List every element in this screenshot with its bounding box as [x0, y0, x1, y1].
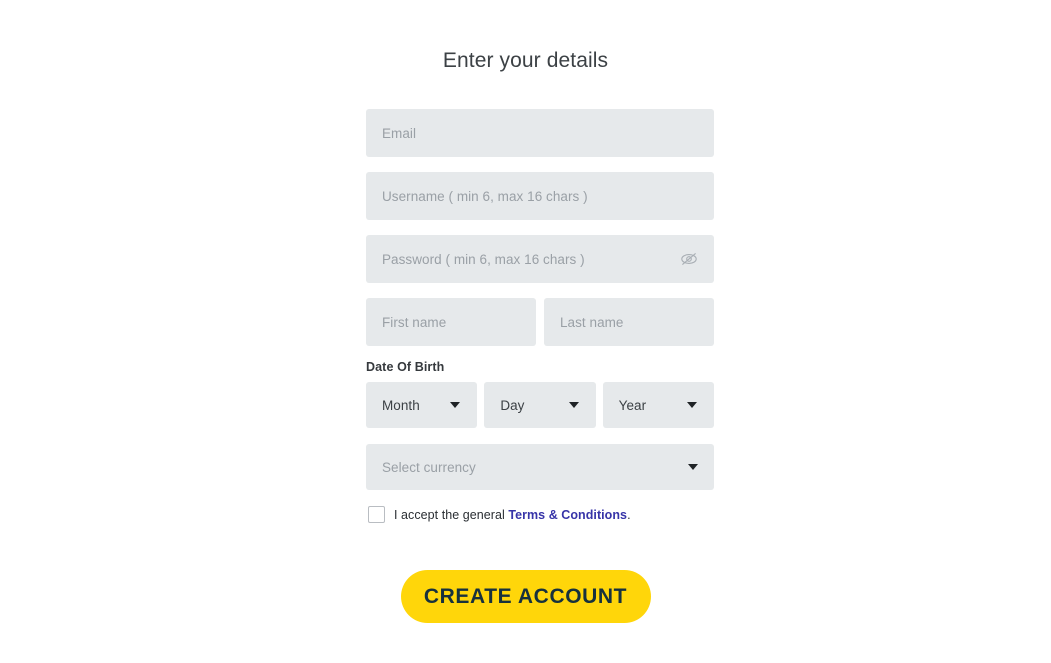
last-name-placeholder: Last name	[560, 314, 624, 330]
terms-and-conditions-link[interactable]: Terms & Conditions	[508, 508, 627, 522]
chevron-down-icon	[568, 402, 579, 408]
month-select[interactable]: Month	[366, 382, 478, 428]
currency-select-value: Select currency	[382, 459, 476, 475]
terms-row: I accept the general Terms & Conditions.	[368, 506, 714, 523]
accept-terms-checkbox[interactable]	[368, 506, 385, 523]
password-placeholder: Password ( min 6, max 16 chars )	[382, 251, 585, 267]
date-of-birth-label: Date Of Birth	[366, 360, 445, 374]
first-name-field[interactable]: First name	[366, 298, 536, 346]
signup-form: Email Username ( min 6, max 16 chars ) P…	[366, 109, 714, 523]
username-placeholder: Username ( min 6, max 16 chars )	[382, 188, 588, 204]
page-title: Enter your details	[442, 49, 609, 72]
currency-select[interactable]: Select currency	[366, 444, 714, 490]
last-name-field[interactable]: Last name	[544, 298, 714, 346]
terms-text-prefix: I accept the general	[394, 507, 505, 522]
name-row: First name Last name	[366, 298, 714, 346]
day-select[interactable]: Day	[484, 382, 596, 428]
submit-row: CREATE ACCOUNT	[0, 570, 1051, 623]
year-select[interactable]: Year	[602, 382, 714, 428]
date-of-birth-row: Month Day Year	[366, 382, 714, 428]
password-field[interactable]: Password ( min 6, max 16 chars )	[366, 235, 714, 283]
month-select-value: Month	[382, 397, 420, 413]
eye-slash-icon[interactable]	[678, 250, 700, 268]
terms-text: I accept the general Terms & Conditions.	[394, 508, 631, 522]
username-field[interactable]: Username ( min 6, max 16 chars )	[366, 172, 714, 220]
signup-page: Enter your details Email Username ( min …	[0, 0, 1051, 663]
email-placeholder: Email	[382, 125, 417, 141]
terms-period: .	[627, 507, 631, 522]
year-select-value: Year	[618, 397, 647, 413]
day-select-value: Day	[500, 397, 525, 413]
chevron-down-icon	[450, 402, 461, 408]
create-account-button[interactable]: CREATE ACCOUNT	[400, 570, 651, 623]
first-name-placeholder: First name	[382, 314, 447, 330]
chevron-down-icon	[686, 402, 697, 408]
chevron-down-icon	[688, 464, 698, 470]
email-field[interactable]: Email	[366, 109, 714, 157]
